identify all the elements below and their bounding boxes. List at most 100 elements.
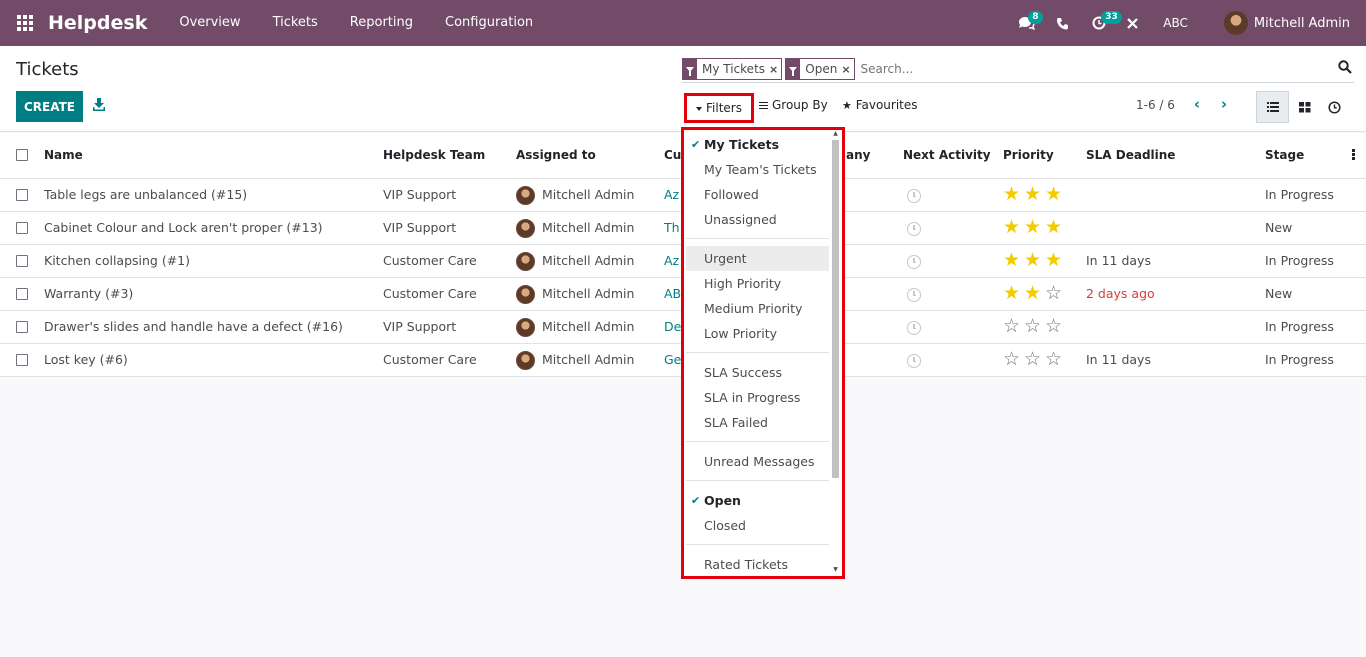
ticket-name: Kitchen collapsing (#1) (44, 253, 191, 268)
optional-columns-icon[interactable] (1352, 149, 1355, 160)
clock-icon[interactable] (907, 222, 921, 236)
row-checkbox[interactable] (16, 354, 28, 366)
facet-remove-icon[interactable]: × (841, 63, 853, 76)
priority-stars[interactable]: ☆ ☆ ☆ (1003, 316, 1066, 336)
column-name[interactable]: Name (44, 148, 83, 162)
priority-star-icon[interactable]: ★ (1003, 217, 1024, 237)
priority-star-icon[interactable]: ☆ (1045, 283, 1066, 303)
filter-option-low-priority[interactable]: Low Priority (686, 321, 829, 346)
ticket-team: Customer Care (383, 286, 477, 301)
filter-option-unread-messages[interactable]: Unread Messages (686, 449, 829, 474)
priority-star-icon[interactable]: ★ (1003, 184, 1024, 204)
priority-stars[interactable]: ★ ★ ★ (1003, 184, 1066, 204)
download-icon[interactable] (93, 98, 105, 112)
facet-label: Open (805, 62, 838, 76)
dropdown-divider (686, 238, 829, 239)
phone-icon[interactable] (1045, 0, 1079, 46)
ticket-customer: Az (664, 187, 680, 202)
column-sla-deadline[interactable]: SLA Deadline (1086, 148, 1175, 162)
menu-configuration[interactable]: Configuration (429, 0, 549, 46)
clock-icon[interactable] (907, 255, 921, 269)
scroll-down-icon[interactable]: ▼ (832, 566, 839, 573)
priority-star-icon[interactable]: ☆ (1045, 349, 1066, 369)
row-checkbox[interactable] (16, 189, 28, 201)
groupby-button[interactable]: Group By (759, 98, 828, 112)
priority-star-icon[interactable]: ★ (1024, 250, 1045, 270)
menu-reporting[interactable]: Reporting (334, 0, 429, 46)
filter-option-my-tickets[interactable]: ✔ My Tickets (686, 132, 829, 157)
menu-tickets[interactable]: Tickets (257, 0, 334, 46)
priority-star-icon[interactable]: ★ (1003, 250, 1024, 270)
dropdown-scrollbar[interactable] (832, 140, 839, 478)
priority-star-icon[interactable]: ★ (1045, 217, 1066, 237)
row-checkbox[interactable] (16, 321, 28, 333)
filter-option-sla-failed[interactable]: SLA Failed (686, 410, 829, 435)
priority-star-icon[interactable]: ★ (1024, 184, 1045, 204)
priority-stars[interactable]: ★ ★ ☆ (1003, 283, 1066, 303)
clock-icon[interactable] (907, 321, 921, 335)
priority-star-icon[interactable]: ★ (1024, 217, 1045, 237)
priority-star-icon[interactable]: ☆ (1024, 349, 1045, 369)
pager-next-icon[interactable]: › (1217, 95, 1231, 113)
column-helpdesk-team[interactable]: Helpdesk Team (383, 148, 485, 162)
select-all-checkbox[interactable] (16, 149, 28, 161)
pager-value[interactable]: 1-6 / 6 (1136, 98, 1175, 112)
column-company[interactable]: any (846, 148, 870, 162)
row-checkbox[interactable] (16, 255, 28, 267)
row-checkbox[interactable] (16, 222, 28, 234)
priority-star-icon[interactable]: ☆ (1003, 349, 1024, 369)
company-switcher[interactable]: ABC (1163, 16, 1188, 30)
favourites-button[interactable]: ★ Favourites (842, 98, 918, 112)
priority-star-icon[interactable]: ★ (1024, 283, 1045, 303)
kanban-view-icon[interactable] (1288, 91, 1321, 123)
messages-icon[interactable]: 8 (1007, 0, 1045, 46)
priority-star-icon[interactable]: ★ (1045, 184, 1066, 204)
priority-star-icon[interactable]: ☆ (1045, 316, 1066, 336)
filters-button[interactable]: Filters (684, 93, 754, 123)
filter-option-rated-tickets[interactable]: Rated Tickets (686, 552, 829, 576)
activities-icon[interactable]: 33 (1079, 0, 1122, 46)
create-button[interactable]: CREATE (16, 91, 83, 122)
app-brand[interactable]: Helpdesk (48, 12, 147, 34)
menu-overview[interactable]: Overview (163, 0, 256, 46)
priority-stars[interactable]: ★ ★ ★ (1003, 250, 1066, 270)
user-avatar[interactable] (1223, 11, 1248, 35)
filter-option-high-priority[interactable]: High Priority (686, 271, 829, 296)
priority-star-icon[interactable]: ☆ (1003, 316, 1024, 336)
filter-option-medium-priority[interactable]: Medium Priority (686, 296, 829, 321)
priority-star-icon[interactable]: ★ (1003, 283, 1024, 303)
search-input[interactable] (860, 62, 1301, 76)
priority-star-icon[interactable]: ☆ (1024, 316, 1045, 336)
row-checkbox[interactable] (16, 288, 28, 300)
scroll-up-icon[interactable]: ▲ (832, 130, 839, 137)
facet-my-tickets: My Tickets × (682, 58, 783, 80)
column-stage[interactable]: Stage (1265, 148, 1304, 162)
column-priority[interactable]: Priority (1003, 148, 1054, 162)
list-view-icon[interactable] (1256, 91, 1289, 123)
filter-option-my-team-s-tickets[interactable]: My Team's Tickets (686, 157, 829, 182)
filter-option-urgent[interactable]: Urgent (686, 246, 829, 271)
filter-option-sla-in-progress[interactable]: SLA in Progress (686, 385, 829, 410)
filter-option-sla-success[interactable]: SLA Success (686, 360, 829, 385)
filter-option-unassigned[interactable]: Unassigned (686, 207, 829, 232)
column-assigned-to[interactable]: Assigned to (516, 148, 596, 162)
search-icon[interactable] (1338, 60, 1352, 74)
clock-icon[interactable] (907, 354, 921, 368)
column-customer[interactable]: Cu (664, 148, 681, 162)
ticket-customer: Ge (664, 352, 682, 367)
clock-icon[interactable] (907, 189, 921, 203)
filter-option-open[interactable]: ✔ Open (686, 488, 829, 513)
tools-icon[interactable] (1119, 0, 1145, 46)
filter-option-followed[interactable]: Followed (686, 182, 829, 207)
filter-option-closed[interactable]: Closed (686, 513, 829, 538)
column-next-activity[interactable]: Next Activity (903, 148, 991, 162)
apps-menu-icon[interactable] (0, 0, 50, 46)
pager-previous-icon[interactable]: ‹ (1190, 95, 1204, 113)
facet-remove-icon[interactable]: × (769, 63, 781, 76)
priority-stars[interactable]: ★ ★ ★ (1003, 217, 1066, 237)
activity-view-icon[interactable] (1318, 91, 1351, 123)
clock-icon[interactable] (907, 288, 921, 302)
priority-star-icon[interactable]: ★ (1045, 250, 1066, 270)
priority-stars[interactable]: ☆ ☆ ☆ (1003, 349, 1066, 369)
user-menu[interactable]: Mitchell Admin (1254, 16, 1350, 31)
